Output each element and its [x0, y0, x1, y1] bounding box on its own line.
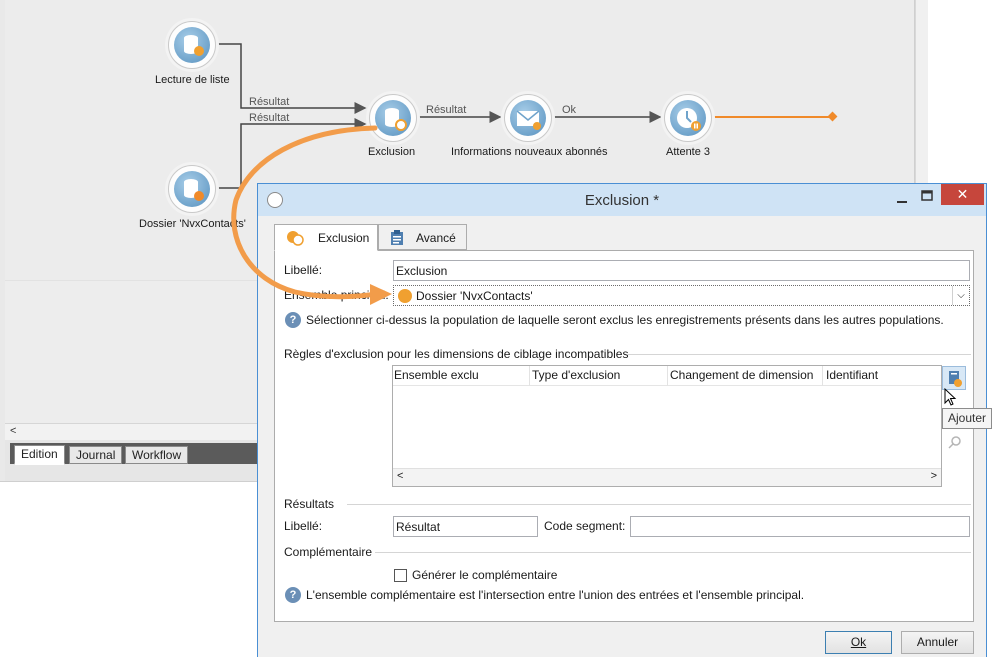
annotation-arrow — [231, 125, 392, 305]
tab-exclusion[interactable]: Exclusion — [274, 224, 378, 251]
exclusion-icon — [287, 231, 304, 246]
tab-exclusion-label: Exclusion — [318, 231, 370, 245]
